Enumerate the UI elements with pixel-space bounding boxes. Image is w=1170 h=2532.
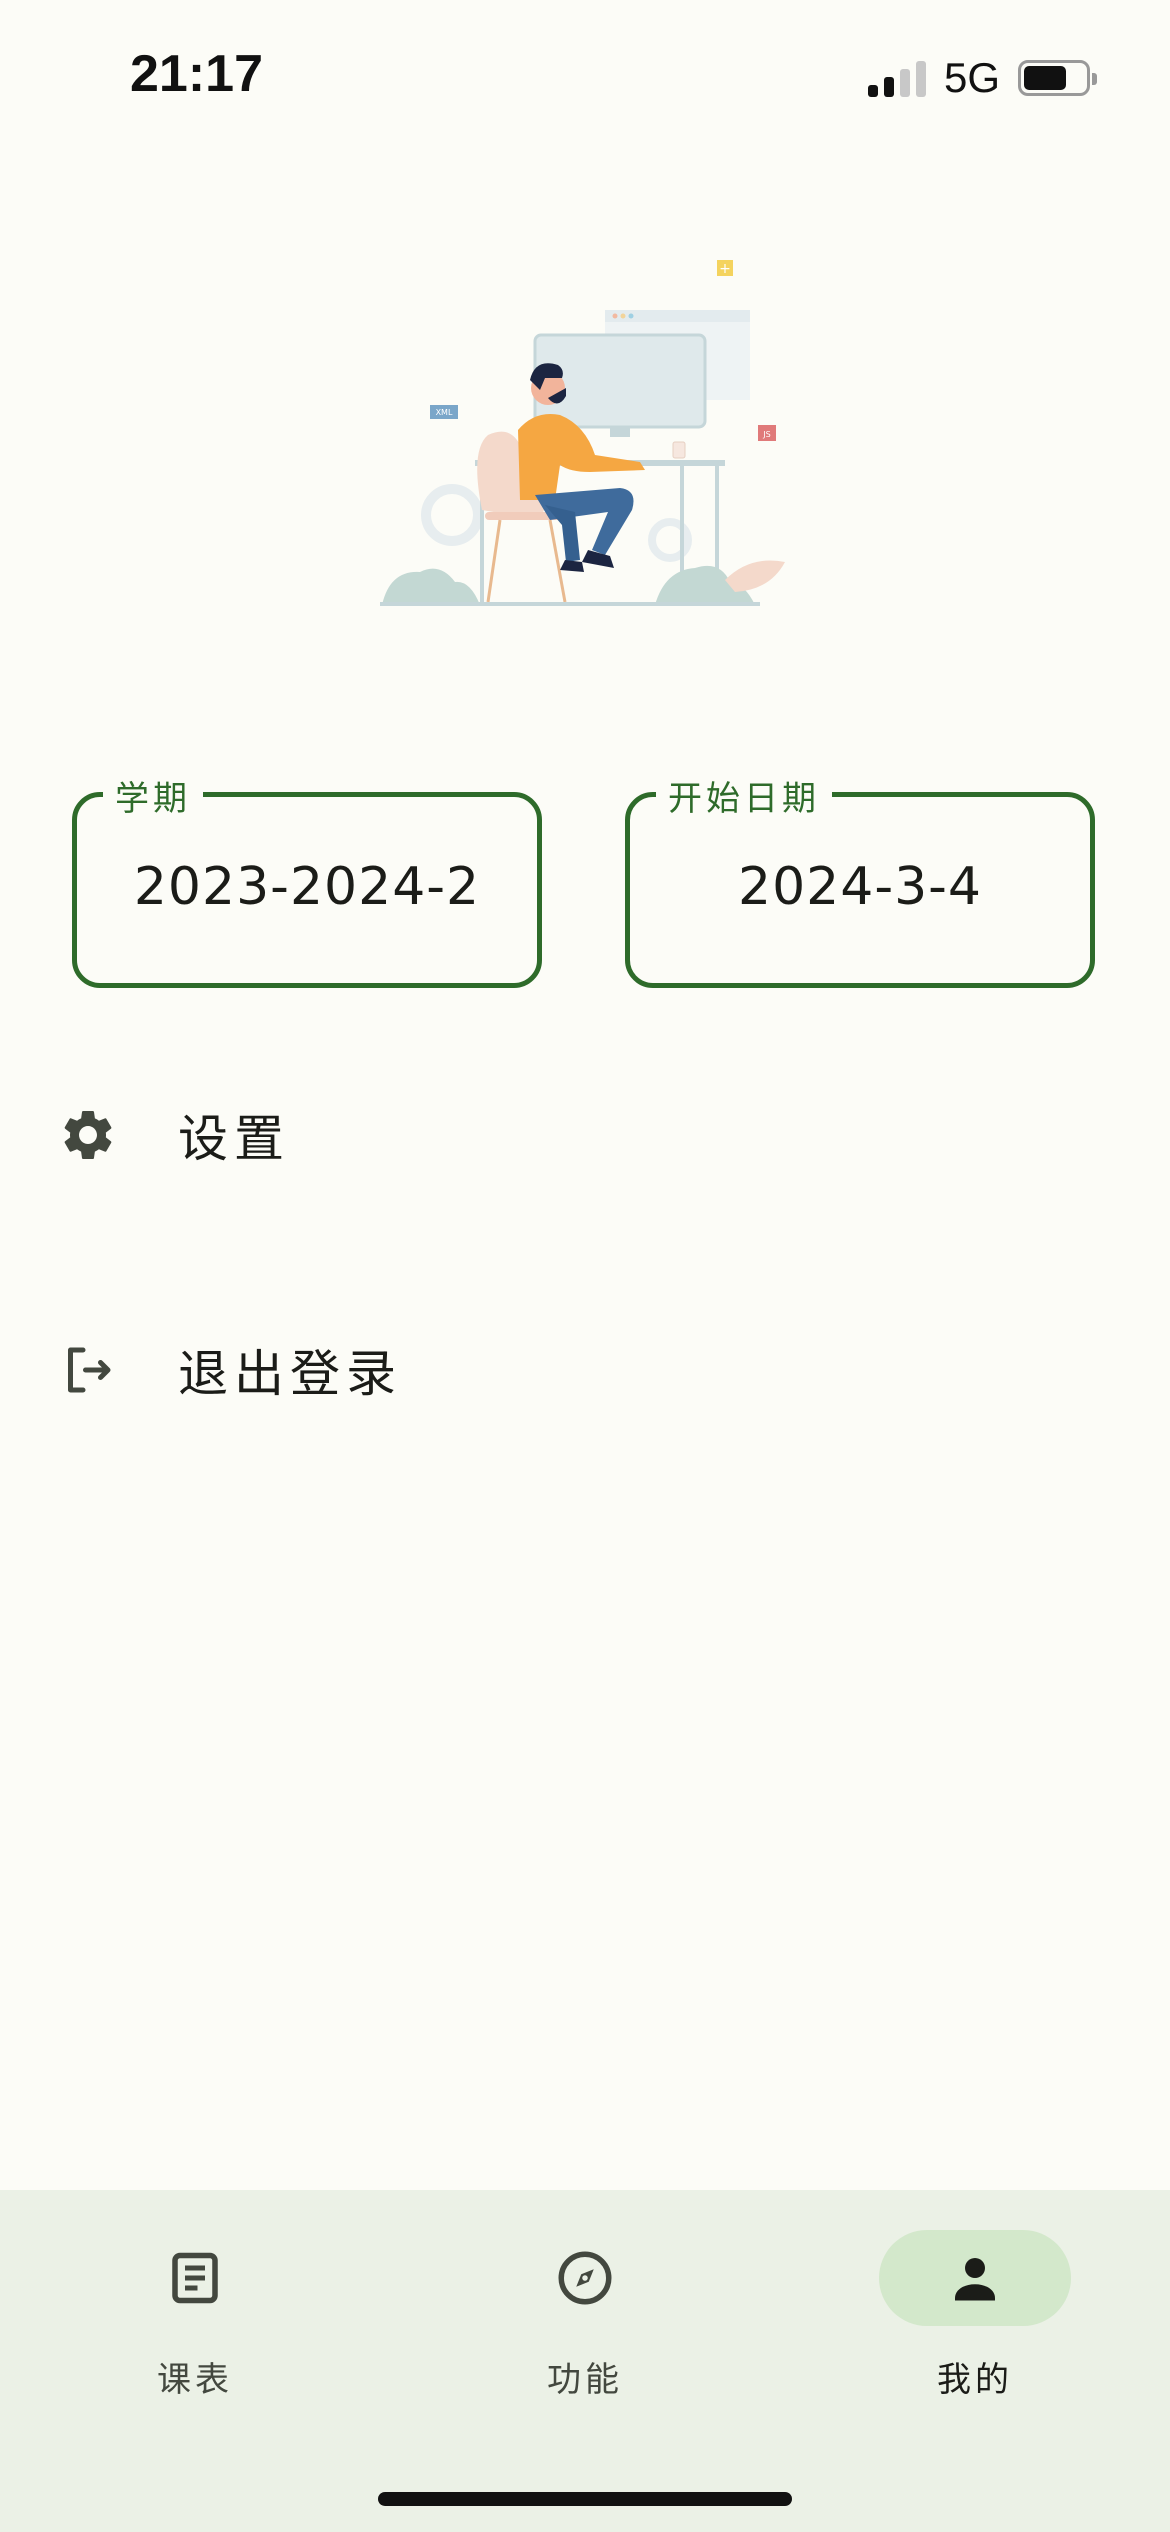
network-label: 5G [943, 54, 1000, 101]
svg-text:+: + [719, 261, 731, 277]
home-indicator[interactable] [378, 2492, 792, 2506]
nav-item-schedule[interactable]: 课表 [65, 2230, 325, 2430]
start-date-value: 2024-3-4 [737, 857, 983, 917]
start-date-label: 开始日期 [656, 771, 832, 820]
bottom-navigation: 课表 功能 我的 [0, 2190, 1170, 2532]
nav-label-schedule: 课表 [157, 2360, 233, 2400]
person-icon [955, 2258, 995, 2301]
logout-menu-item[interactable]: 退出登录 [0, 1300, 1170, 1440]
status-time: 21:17 [130, 45, 263, 103]
logout-label: 退出登录 [178, 1345, 402, 1403]
start-date-field[interactable]: 开始日期 2024-3-4 [625, 771, 1095, 988]
compass-icon [558, 2251, 612, 2305]
nav-item-mine[interactable]: 我的 [845, 2230, 1105, 2430]
svg-text:JS: JS [762, 430, 770, 439]
semester-value: 2023-2024-2 [133, 857, 481, 917]
gear-icon [64, 1111, 112, 1159]
profile-screen: 21:17 5G + XML JS 学期 2023-2024-2 开始日期 20… [0, 0, 1170, 2532]
svg-text:XML: XML [436, 408, 453, 417]
settings-menu-item[interactable]: 设置 [0, 1065, 1170, 1205]
nav-item-functions[interactable]: 功能 [455, 2230, 715, 2430]
nav-label-mine: 我的 [937, 2360, 1013, 2400]
nav-label-functions: 功能 [547, 2360, 623, 2400]
settings-label: 设置 [178, 1110, 290, 1168]
logout-icon [68, 1347, 111, 1393]
battery-icon [1018, 60, 1097, 96]
semester-label: 学期 [103, 771, 203, 820]
signal-icon [867, 59, 926, 97]
status-indicators: 5G [867, 54, 1097, 102]
schedule-icon [172, 2252, 218, 2304]
semester-field[interactable]: 学期 2023-2024-2 [72, 771, 542, 988]
developer-illustration: + XML JS [380, 260, 785, 606]
